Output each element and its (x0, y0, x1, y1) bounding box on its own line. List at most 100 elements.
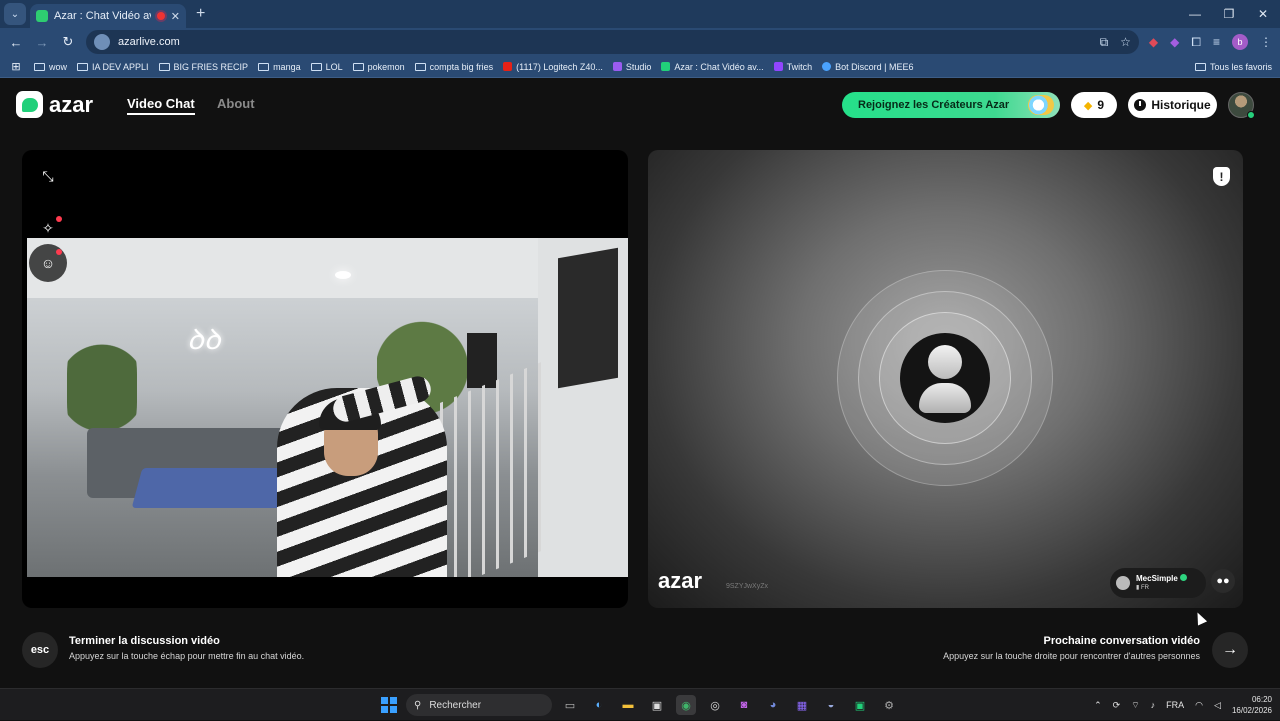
app-grid-icon[interactable]: ▦ (792, 695, 812, 715)
exit-fullscreen-icon[interactable]: ⤡ (35, 163, 61, 189)
folder-icon (352, 62, 364, 71)
store-icon[interactable]: ▣ (647, 695, 667, 715)
all-bookmarks-button[interactable]: Tous les favoris (1194, 62, 1272, 72)
user-avatar[interactable] (1228, 92, 1255, 119)
nav-about[interactable]: About (217, 96, 255, 111)
folder-icon (310, 62, 322, 71)
app-icon[interactable]: ◎ (705, 695, 725, 715)
end-chat-subtitle: Appuyez sur la touche échap pour mettre … (69, 651, 305, 661)
tab-search-button[interactable]: ⌄ (4, 3, 26, 25)
azar-app-icon[interactable]: ▣ (850, 695, 870, 715)
extension-red-icon[interactable]: ◆ (1149, 35, 1158, 49)
azar-favicon-icon (36, 10, 48, 22)
maximize-button[interactable]: ❐ (1212, 7, 1246, 21)
recording-indicator-icon (156, 12, 165, 20)
task-view-icon[interactable]: ▭ (560, 695, 580, 715)
reload-icon[interactable]: ↻ (60, 34, 76, 50)
effects-notification-dot (56, 216, 62, 222)
bookmark-star-icon[interactable]: ☆ (1120, 35, 1131, 50)
bookmark-item[interactable]: IA DEV APPLI (77, 62, 149, 72)
browser-toolbar: ← → ↻ azarlive.com ⧉ ☆ ◆ ◆ ⧠ ≡ b ⋮ (0, 28, 1280, 56)
chat-bubble-icon[interactable]: ●● (1211, 569, 1235, 593)
bookmark-item[interactable]: Bot Discord | MEE6 (822, 62, 914, 72)
address-bar[interactable]: azarlive.com ⧉ ☆ (86, 30, 1139, 54)
peer-avatar-icon (1116, 576, 1130, 590)
bookmark-item[interactable]: pokemon (352, 62, 405, 72)
settings-gear-icon[interactable]: ⚙ (879, 695, 899, 715)
discord-icon[interactable]: ◕ (763, 695, 783, 715)
media-control-icon[interactable]: ≡ (1213, 35, 1220, 49)
logo-bubble (21, 97, 38, 112)
volume-icon[interactable]: ◁ (1214, 700, 1221, 711)
file-explorer-icon[interactable]: ▬ (618, 695, 638, 715)
local-camera-feed: ꝺꝺ (27, 238, 628, 577)
new-tab-button[interactable]: + (196, 5, 205, 23)
bookmark-item[interactable]: BIG FRIES RECIP (158, 62, 248, 72)
studio-icon (612, 62, 622, 71)
microphone-icon[interactable]: ♪ (1151, 700, 1156, 710)
apps-grid-icon[interactable]: ⊞ (8, 60, 24, 73)
close-window-button[interactable]: ✕ (1246, 7, 1280, 21)
report-shield-icon[interactable]: ! (1213, 167, 1230, 186)
bookmark-item[interactable]: Twitch (773, 62, 812, 72)
clock-date: 16/02/2026 (1231, 706, 1272, 715)
menu-kebab-icon[interactable]: ⋮ (1260, 35, 1272, 49)
chrome-icon[interactable]: ◉ (676, 695, 696, 715)
back-arrow-icon[interactable]: ← (8, 35, 24, 50)
taskbar-apps: ▭ ◐ ▬ ▣ ◉ ◎ ◙ ◕ ▦ ◒ ▣ ⚙ (560, 695, 899, 715)
peer-info-pill[interactable]: MecSimple ▮ FR (1110, 568, 1206, 598)
windows-taskbar: ⚲ Rechercher ▭ ◐ ▬ ▣ ◉ ◎ ◙ ◕ ▦ ◒ ▣ ⚙ ⌃ ⟳… (0, 688, 1280, 720)
taskbar-clock[interactable]: 06:20 16/02/2026 (1232, 694, 1272, 716)
window-controls: — ❐ ✕ (1178, 0, 1280, 28)
azar-watermark: azar (658, 568, 703, 593)
gems-button[interactable]: ◆ 9 (1071, 92, 1117, 118)
language-indicator[interactable]: FRA (1166, 700, 1184, 710)
next-chat-title: Prochaine conversation vidéo (1043, 635, 1201, 647)
history-button[interactable]: Historique (1128, 92, 1217, 118)
bookmark-item[interactable]: manga (258, 62, 301, 72)
forward-arrow-icon[interactable]: → (34, 35, 50, 50)
tab-close-icon[interactable]: ✕ (171, 10, 180, 23)
taskbar-search[interactable]: ⚲ Rechercher (406, 694, 552, 716)
gem-icon: ◆ (1083, 99, 1093, 112)
verified-badge-icon (1179, 574, 1187, 581)
default-user-avatar-icon (900, 333, 990, 423)
end-chat-button[interactable]: esc (22, 632, 58, 668)
nav-video-chat[interactable]: Video Chat (127, 96, 195, 115)
app-purple-icon[interactable]: ◙ (734, 695, 754, 715)
gems-count: 9 (1097, 98, 1105, 112)
copilot-icon[interactable]: ◐ (589, 695, 609, 715)
sync-icon[interactable]: ⟳ (1113, 700, 1121, 711)
next-chat-arrow-icon[interactable]: → (1212, 632, 1248, 668)
bookmarks-bar: ⊞ wow IA DEV APPLI BIG FRIES RECIP manga… (0, 56, 1280, 78)
tray-overflow-chevron-icon[interactable]: ⌃ (1094, 700, 1102, 711)
windows-start-icon[interactable] (381, 697, 397, 713)
network-icon[interactable]: ⌔ (1131, 700, 1139, 711)
site-info-icon[interactable] (94, 34, 110, 50)
creators-badge-icon (1028, 95, 1054, 115)
bookmark-item[interactable]: wow (34, 62, 67, 72)
join-creators-button[interactable]: Rejoignez les Créateurs Azar (842, 92, 1060, 118)
extension-purple-icon[interactable]: ◆ (1170, 35, 1179, 49)
profile-avatar[interactable]: b (1232, 34, 1248, 50)
room-id: 9SZYJwXyZx (726, 583, 769, 590)
bookmark-item[interactable]: Studio (612, 62, 651, 72)
clock-time: 06:20 (1251, 695, 1272, 704)
wifi-icon[interactable]: ◠ (1195, 700, 1203, 711)
browser-tab-active[interactable]: Azar : Chat Vidéo avec de n ✕ (30, 4, 186, 28)
minimize-button[interactable]: — (1178, 7, 1212, 21)
extensions-puzzle-icon[interactable]: ⧠ (1191, 35, 1201, 50)
peer-country-row: ▮ FR (1136, 584, 1187, 592)
steam-icon[interactable]: ◒ (821, 695, 841, 715)
azar-logo[interactable]: azar (16, 91, 93, 118)
bookmark-item[interactable]: Azar : Chat Vidéo av... (661, 62, 764, 72)
end-chat-title: Terminer la discussion vidéo (69, 635, 220, 647)
sticker-notification-dot (56, 249, 62, 255)
bookmark-item[interactable]: LOL (310, 62, 343, 72)
folder-icon (414, 62, 426, 71)
folder-icon (77, 62, 89, 71)
bookmark-item[interactable]: compta big fries (414, 62, 493, 72)
mee6-icon (822, 62, 832, 71)
install-app-icon[interactable]: ⧉ (1100, 35, 1109, 50)
bookmark-item[interactable]: (1117) Logitech Z40... (503, 62, 603, 72)
